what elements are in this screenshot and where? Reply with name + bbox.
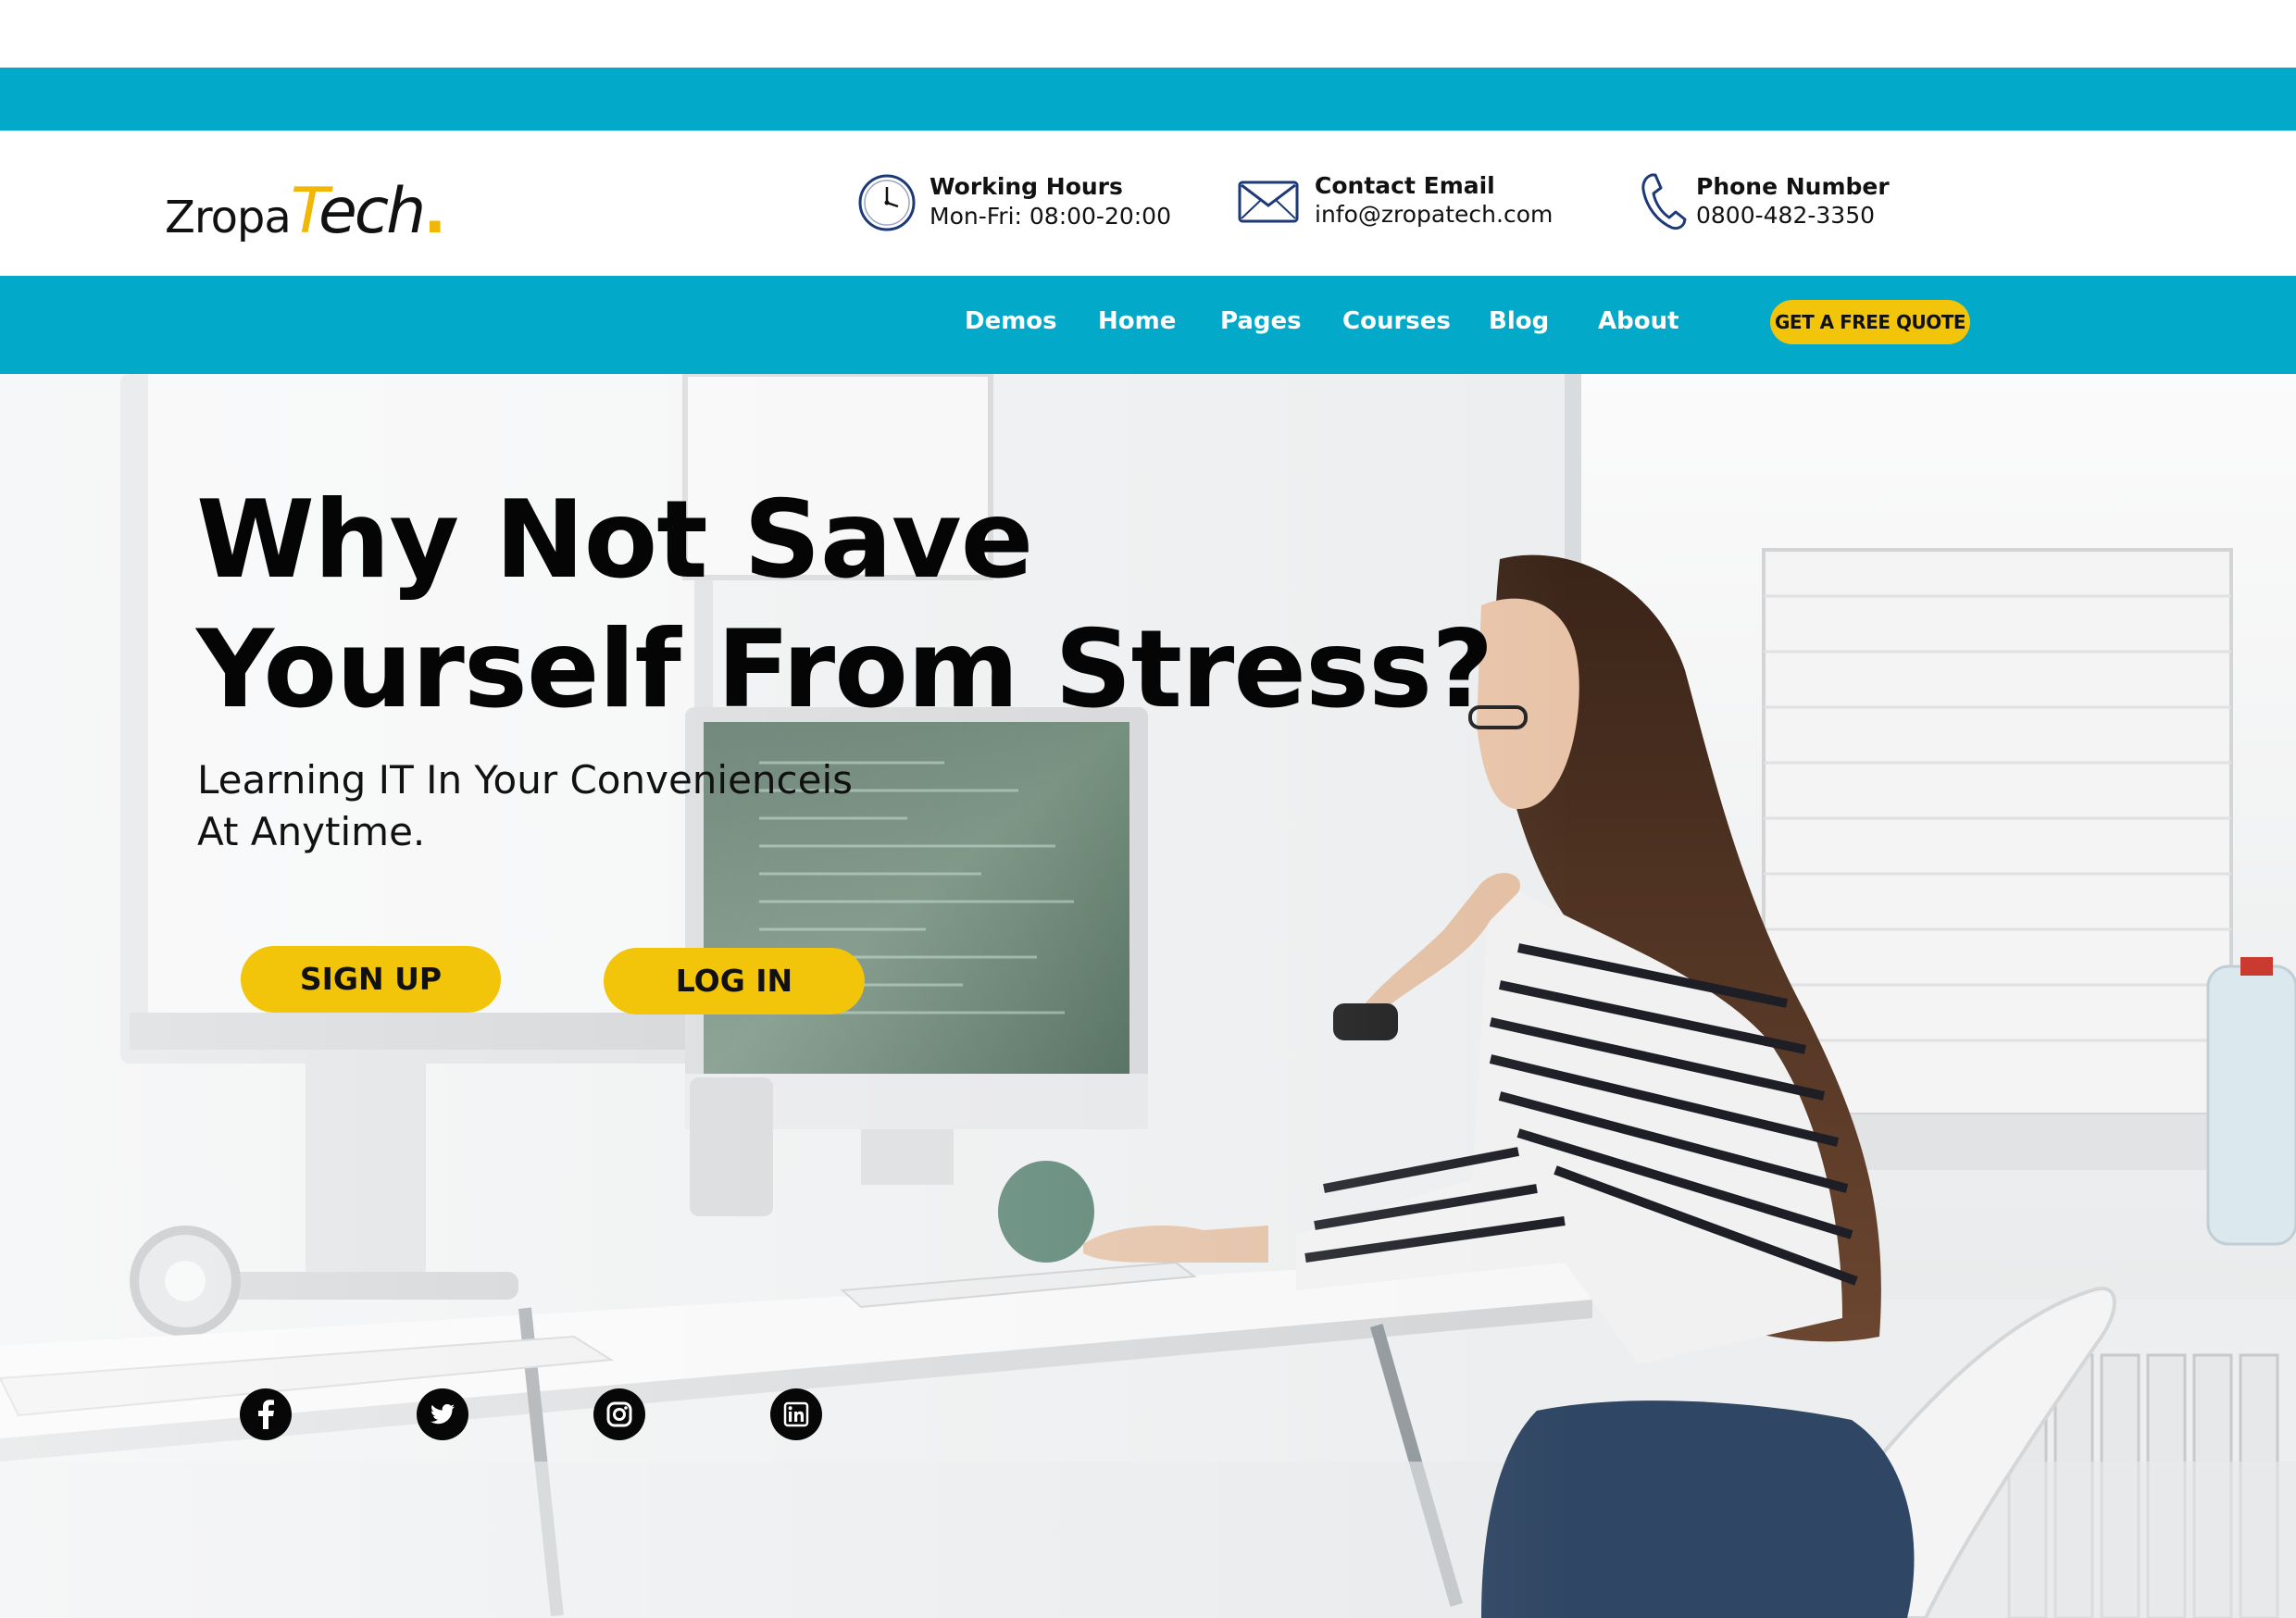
phone-title: Phone Number [1696, 173, 1890, 200]
top-accent-bar [0, 68, 2296, 131]
phone-icon [1641, 173, 1687, 230]
nav-item-demos[interactable]: Demos [965, 307, 1057, 335]
hero-subtitle-line1: Learning IT In Your Convenienceis [197, 757, 854, 803]
main-nav: Demos Home Pages Courses Blog About GET … [0, 276, 2296, 374]
contact-email-value[interactable]: info@zropatech.com [1315, 201, 1553, 228]
working-hours-title: Working Hours [930, 173, 1123, 200]
nav-item-courses[interactable]: Courses [1342, 307, 1451, 335]
nav-item-pages[interactable]: Pages [1220, 307, 1302, 335]
hero-subtitle-line2: At Anytime. [197, 809, 426, 854]
hero-section: Why Not Save Yourself From Stress? Learn… [0, 374, 2296, 1618]
nav-item-about[interactable]: About [1598, 307, 1679, 335]
facebook-icon[interactable] [240, 1388, 292, 1440]
log-in-button[interactable]: LOG IN [604, 948, 865, 1014]
logo-text-rest: ech [318, 175, 426, 248]
logo-dot: . [423, 176, 447, 247]
nav-item-blog[interactable]: Blog [1489, 307, 1549, 335]
contact-email-title: Contact Email [1315, 172, 1495, 199]
hero-title-line1: Why Not Save [196, 478, 1033, 603]
linkedin-icon[interactable] [770, 1388, 822, 1440]
twitter-icon[interactable] [417, 1388, 468, 1440]
envelope-icon [1238, 180, 1299, 223]
hero-title-line2: Yourself From Stress? [196, 607, 1493, 732]
nav-item-home[interactable]: Home [1098, 307, 1176, 335]
get-free-quote-button[interactable]: GET A FREE QUOTE [1770, 300, 1970, 344]
logo[interactable]: ZropaTech. [165, 175, 446, 249]
site-header: ZropaTech. Working Hours Mon-Fri: 08:00-… [0, 131, 2296, 276]
working-hours-value: Mon-Fri: 08:00-20:00 [930, 203, 1171, 230]
phone-value[interactable]: 0800-482-3350 [1696, 202, 1875, 229]
logo-text-part2: Tech [290, 175, 426, 248]
logo-text-accent: T [290, 175, 321, 248]
sign-up-button[interactable]: SIGN UP [241, 946, 501, 1013]
logo-text-part1: Zropa [165, 192, 292, 243]
clock-icon [858, 174, 916, 231]
instagram-icon[interactable] [593, 1388, 645, 1440]
